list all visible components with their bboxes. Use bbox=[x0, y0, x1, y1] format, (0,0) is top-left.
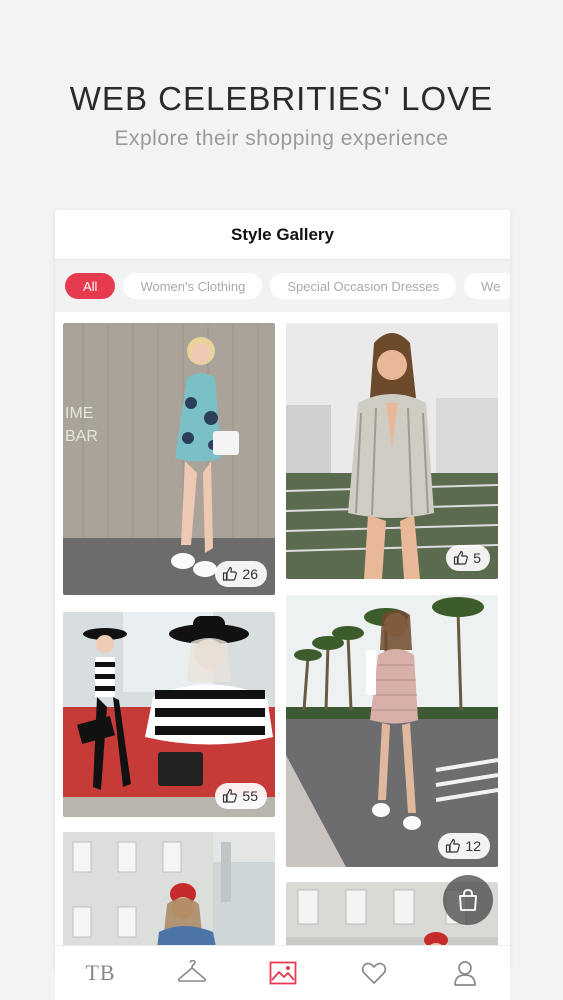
like-count: 55 bbox=[242, 788, 258, 804]
like-count: 12 bbox=[465, 838, 481, 854]
tab-favorites[interactable] bbox=[349, 948, 399, 998]
hero-title: WEB CELEBRITIES' LOVE bbox=[69, 80, 494, 117]
gallery-icon bbox=[269, 961, 296, 985]
gallery-post[interactable]: 5 bbox=[286, 323, 498, 579]
shopping-bag-icon bbox=[459, 889, 477, 911]
filter-chip-all[interactable]: All bbox=[65, 273, 116, 299]
tab-home[interactable]: TB bbox=[76, 948, 126, 998]
tab-shop[interactable] bbox=[167, 948, 217, 998]
hero-subtitle: Explore their shopping experience bbox=[114, 127, 449, 150]
post-photo bbox=[286, 323, 498, 579]
post-photo: IME BAR bbox=[63, 323, 275, 595]
tab-gallery[interactable] bbox=[258, 948, 308, 998]
thumbs-up-icon bbox=[223, 566, 238, 581]
svg-text:IME: IME bbox=[65, 405, 93, 422]
bottom-tab-bar: TB bbox=[55, 945, 510, 1000]
svg-text:BAR: BAR bbox=[65, 428, 98, 445]
hanger-icon bbox=[177, 960, 206, 982]
heart-icon bbox=[361, 962, 386, 984]
like-badge[interactable]: 55 bbox=[215, 783, 267, 809]
filter-chip-special-occasion[interactable]: Special Occasion Dresses bbox=[270, 273, 457, 299]
filter-chip-womens-clothing[interactable]: Women's Clothing bbox=[123, 273, 263, 299]
filter-chip-more[interactable]: We bbox=[464, 273, 510, 299]
like-badge[interactable]: 26 bbox=[215, 561, 267, 587]
like-badge[interactable]: 12 bbox=[438, 833, 490, 859]
post-photo bbox=[286, 595, 498, 867]
like-count: 5 bbox=[473, 550, 481, 566]
profile-icon bbox=[453, 961, 476, 986]
filter-bar: All Women's Clothing Special Occasion Dr… bbox=[55, 260, 510, 312]
like-count: 26 bbox=[242, 566, 258, 582]
gallery-post[interactable]: 12 bbox=[286, 595, 498, 867]
gallery-post[interactable]: IME BAR 26 bbox=[63, 323, 275, 595]
thumbs-up-icon bbox=[454, 550, 469, 565]
gallery-post[interactable]: 55 bbox=[63, 612, 275, 817]
thumbs-up-icon bbox=[446, 838, 461, 853]
tab-profile[interactable] bbox=[440, 948, 490, 998]
like-badge[interactable]: 5 bbox=[446, 545, 490, 571]
tb-logo: TB bbox=[85, 960, 116, 985]
shopping-bag-button[interactable] bbox=[443, 875, 493, 925]
style-gallery-card: Style Gallery All Women's Clothing Speci… bbox=[55, 210, 510, 970]
gallery-title: Style Gallery bbox=[55, 210, 510, 260]
thumbs-up-icon bbox=[223, 788, 238, 803]
